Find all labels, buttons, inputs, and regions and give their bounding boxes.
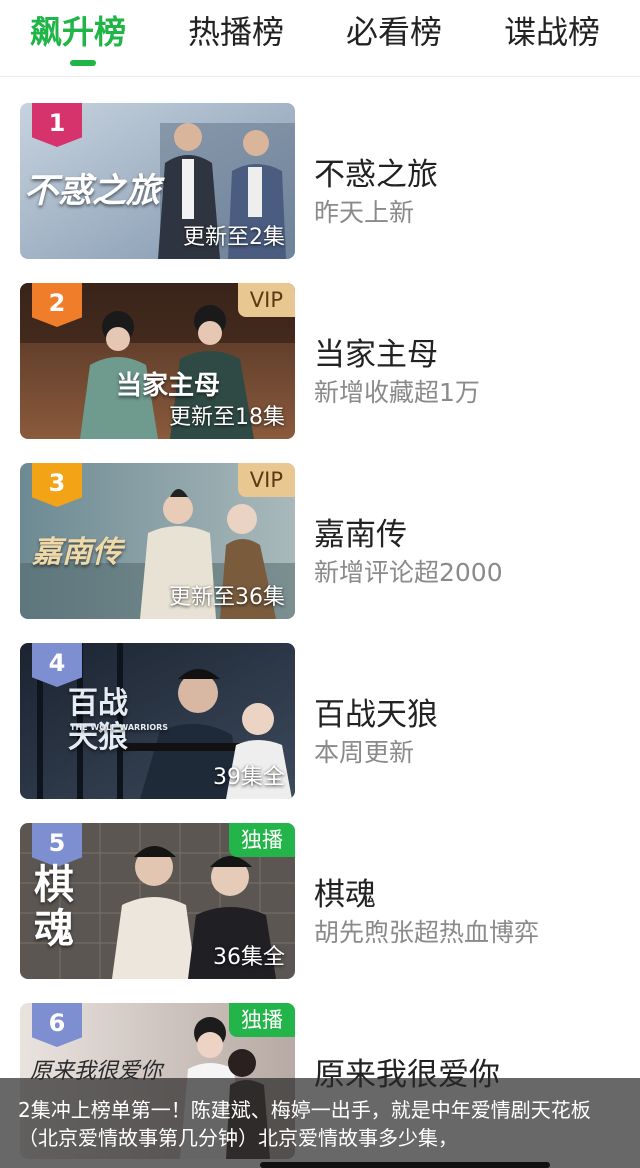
tab-must-watch[interactable]: 必看榜 xyxy=(346,10,442,54)
tab-hot[interactable]: 热播榜 xyxy=(188,10,284,54)
active-tab-indicator xyxy=(70,60,96,66)
vip-badge: VIP xyxy=(237,283,295,317)
exclusive-badge: 独播 xyxy=(229,1003,295,1037)
show-subtitle: 本周更新 xyxy=(314,738,415,767)
list-item[interactable]: 3 VIP 嘉南传 更新至36集 嘉南传 新增评论超2000 xyxy=(20,463,620,619)
article-caption-overlay: 2集冲上榜单第一！陈建斌、梅婷一出手，就是中年爱情剧天花板（北京爱情故事第几分钟… xyxy=(0,1078,640,1168)
show-title[interactable]: 嘉南传 xyxy=(314,509,407,554)
show-poster[interactable]: 2 VIP 当家主母 更新至18集 xyxy=(20,283,295,439)
episode-status: 更新至2集 xyxy=(183,225,285,250)
show-title[interactable]: 当家主母 xyxy=(314,329,438,374)
ranking-tab-bar: 飙升榜 热播榜 必看榜 谍战榜 xyxy=(0,0,640,77)
episode-status: 更新至36集 xyxy=(169,585,285,610)
show-poster[interactable]: 1 不惑之旅 更新至2集 xyxy=(20,103,295,259)
episode-status: 36集全 xyxy=(213,945,285,970)
poster-title-art: 百战天狼 xyxy=(68,686,128,755)
show-subtitle: 昨天上新 xyxy=(314,198,415,227)
show-poster[interactable]: 4 百战天狼 THE WOLF WARRIORS 39集全 xyxy=(20,643,295,799)
show-poster[interactable]: 3 VIP 嘉南传 更新至36集 xyxy=(20,463,295,619)
episode-status: 更新至18集 xyxy=(169,405,285,430)
list-item[interactable]: 1 不惑之旅 更新至2集 不惑之旅 昨天上新 xyxy=(20,103,620,259)
episode-status: 39集全 xyxy=(213,765,285,790)
poster-title-art: 不惑之旅 xyxy=(24,171,160,211)
list-item[interactable]: 5 独播 棋魂 36集全 棋魂 胡先煦张超热血博弈 xyxy=(20,823,620,979)
article-caption-text: 2集冲上榜单第一！陈建斌、梅婷一出手，就是中年爱情剧天花板（北京爱情故事第几分钟… xyxy=(18,1098,591,1150)
show-subtitle: 新增评论超2000 xyxy=(314,558,503,587)
tab-spy[interactable]: 谍战榜 xyxy=(504,10,600,54)
show-poster[interactable]: 5 独播 棋魂 36集全 xyxy=(20,823,295,979)
poster-title-art: 当家主母 xyxy=(116,371,221,401)
show-subtitle: 新增收藏超1万 xyxy=(314,378,480,407)
poster-english-title: THE WOLF WARRIORS xyxy=(70,723,169,732)
list-item[interactable]: 2 VIP 当家主母 更新至18集 当家主母 新增收藏超1万 xyxy=(20,283,620,439)
home-indicator[interactable] xyxy=(260,1162,550,1168)
show-title[interactable]: 不惑之旅 xyxy=(314,149,438,194)
show-subtitle: 胡先煦张超热血博弈 xyxy=(314,918,540,947)
exclusive-badge: 独播 xyxy=(229,823,295,857)
vip-badge: VIP xyxy=(237,463,295,497)
show-title[interactable]: 棋魂 xyxy=(314,869,376,914)
poster-title-art: 嘉南传 xyxy=(32,535,122,570)
poster-title-art: 棋魂 xyxy=(34,862,74,952)
tab-rising[interactable]: 飙升榜 xyxy=(30,10,126,54)
list-item[interactable]: 4 百战天狼 THE WOLF WARRIORS 39集全 百战天狼 本周更新 xyxy=(20,643,620,799)
show-title[interactable]: 百战天狼 xyxy=(314,689,438,734)
